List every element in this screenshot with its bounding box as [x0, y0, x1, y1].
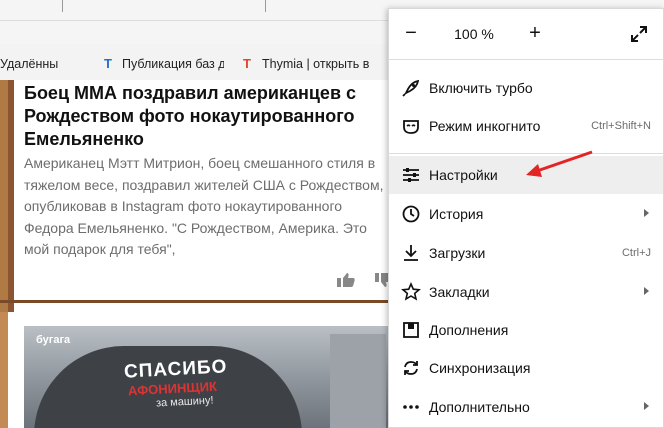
menu-item-label: Синхронизация [429, 360, 531, 376]
zoom-in-button[interactable]: + [525, 23, 545, 43]
download-icon [404, 245, 418, 261]
menu-item-label: Дополнительно [429, 399, 530, 415]
zoom-level: 100 % [454, 26, 494, 42]
menu-item-label: Включить турбо [429, 80, 533, 96]
menu-item-label: Настройки [429, 167, 498, 183]
zoom-out-button[interactable]: − [401, 23, 421, 43]
bookmark-favicon-icon: T [104, 56, 112, 71]
article-divider [0, 300, 400, 303]
menu-item-bookmarks[interactable]: Закладки [389, 273, 663, 311]
submenu-chevron-icon [644, 402, 649, 410]
submenu-chevron-icon [644, 287, 649, 295]
menu-item-turbo[interactable]: Включить турбо [389, 69, 663, 107]
photo-watermark: бугага [36, 334, 71, 346]
extensions-icon [403, 322, 419, 338]
menu-item-sync[interactable]: Синхронизация [389, 349, 663, 387]
article-lead[interactable]: Американец Мэтт Митрион, боец смешанного… [24, 153, 386, 261]
shortcut-label: Ctrl+Shift+N [591, 120, 651, 132]
star-icon [401, 282, 421, 301]
menu-item-incognito[interactable]: Режим инкогнито Ctrl+Shift+N [389, 107, 663, 145]
rocket-icon [402, 79, 420, 97]
bookmark-item[interactable]: Публикация баз да [122, 57, 224, 71]
menu-item-label: Дополнения [429, 322, 509, 338]
menu-divider [389, 59, 663, 60]
sync-icon [404, 361, 418, 375]
submenu-chevron-icon [644, 209, 649, 217]
like-icon[interactable] [336, 272, 356, 288]
article-border [0, 80, 8, 312]
article-photo[interactable]: бугага СПАСИБО АФОНИНЩИК за машину! [24, 326, 394, 428]
article-headline[interactable]: Боец ММА поздравил американцев с Рождест… [24, 82, 394, 151]
article-border-inner [8, 80, 14, 312]
browser-main-menu: − 100 % + Включить турбо Режим инкогнито… [388, 8, 664, 428]
menu-item-label: Закладки [429, 284, 490, 300]
zoom-controls: − 100 % + [389, 9, 663, 59]
sliders-icon [403, 168, 419, 182]
tab-separator [265, 0, 266, 12]
bookmark-item[interactable]: Thymia | открыть в [262, 57, 392, 71]
menu-item-more[interactable]: Дополнительно [389, 388, 663, 426]
menu-item-label: Режим инкогнито [429, 118, 541, 134]
tab-separator [62, 0, 63, 12]
annotation-arrow-icon [526, 150, 593, 177]
article-border [0, 312, 8, 428]
menu-item-history[interactable]: История [389, 195, 663, 233]
menu-item-downloads[interactable]: Загрузки Ctrl+J [389, 234, 663, 272]
more-dots-icon [403, 405, 419, 409]
incognito-mask-icon [403, 120, 419, 134]
shortcut-label: Ctrl+J [621, 247, 651, 259]
photo-building [330, 334, 386, 428]
menu-item-extensions[interactable]: Дополнения [389, 311, 663, 349]
menu-item-label: История [429, 206, 484, 222]
bookmark-item[interactable]: Удалённы [0, 57, 86, 71]
fullscreen-icon[interactable] [629, 24, 649, 44]
bookmark-favicon-icon: T [243, 56, 251, 71]
menu-item-label: Загрузки [429, 245, 486, 261]
clock-icon [402, 205, 420, 223]
